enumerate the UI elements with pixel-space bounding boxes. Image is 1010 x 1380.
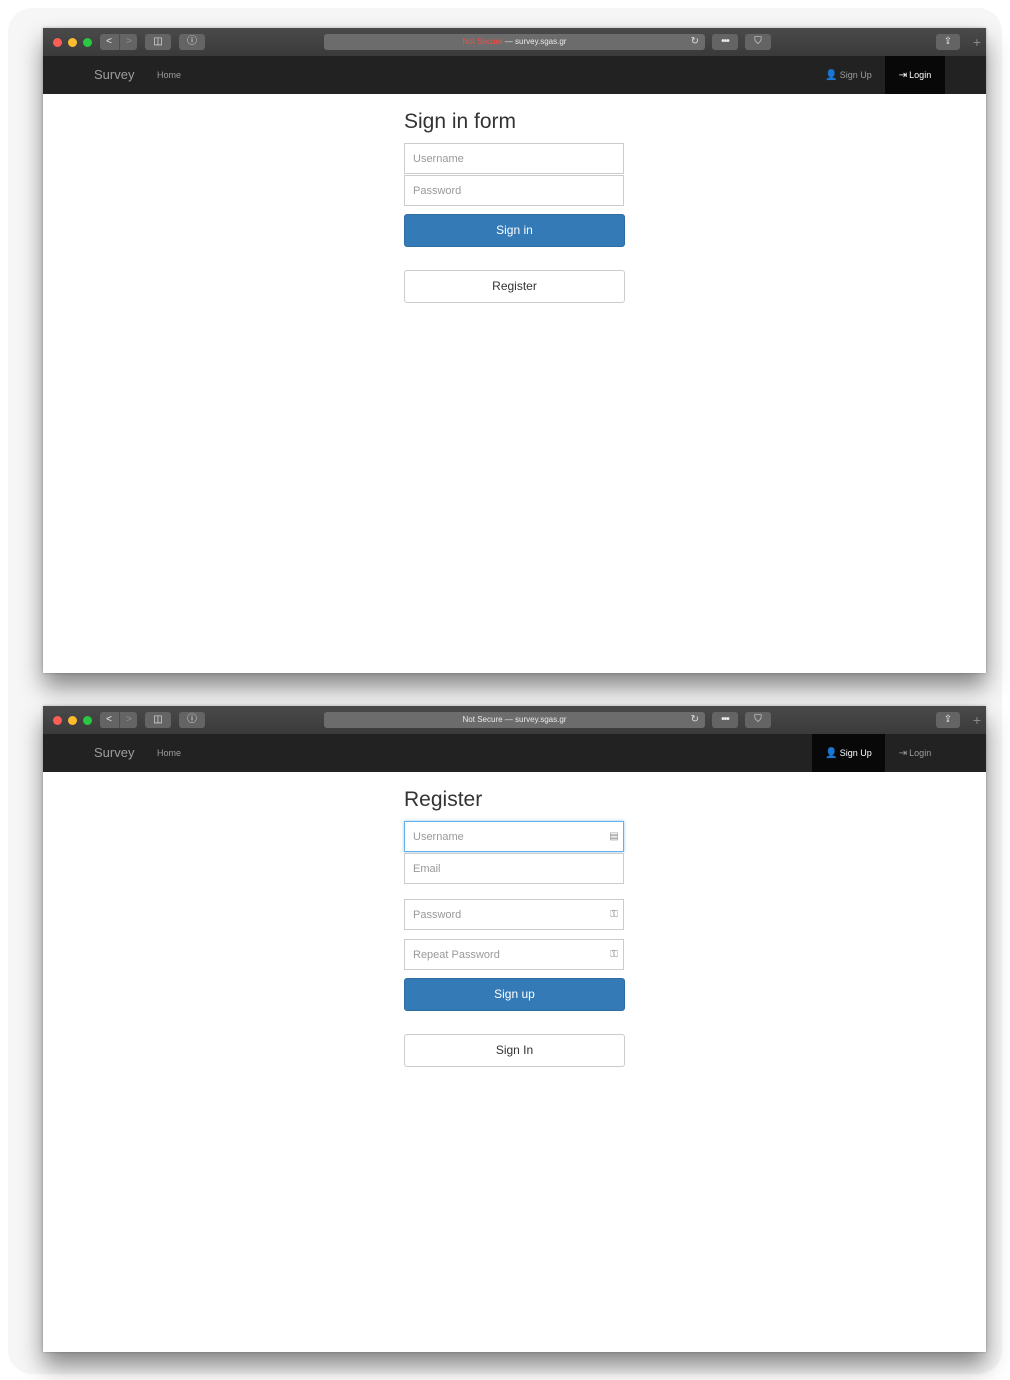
browser-titlebar: < > ◫ ⓘ Not Secure — survey.sgas.gr ↻ ••…: [43, 28, 986, 56]
browser-window-register: < > ◫ ⓘ Not Secure — survey.sgas.gr ↻ ••…: [43, 706, 986, 1352]
zoom-window-button[interactable]: [83, 38, 92, 47]
sidebar-icon[interactable]: ◫: [145, 34, 171, 50]
reload-icon[interactable]: ↻: [691, 712, 699, 728]
minimize-window-button[interactable]: [68, 38, 77, 47]
key-icon[interactable]: ⚿: [607, 908, 621, 922]
password-input[interactable]: [404, 175, 624, 206]
more-icon[interactable]: •••: [712, 712, 738, 728]
register-button[interactable]: Register: [404, 270, 625, 303]
sidebar-icon[interactable]: ◫: [145, 712, 171, 728]
nav-home-link[interactable]: Home: [157, 734, 181, 772]
site-navbar: Survey Home 👤 Sign Up ⇥ Login: [43, 734, 986, 772]
nav-signup-label: Sign Up: [839, 748, 872, 758]
share-icon[interactable]: ⇪: [936, 34, 960, 50]
contact-card-icon[interactable]: ▤: [607, 830, 621, 844]
sign-up-button[interactable]: Sign up: [404, 978, 625, 1011]
share-icon[interactable]: ⇪: [936, 712, 960, 728]
forward-icon[interactable]: >: [119, 712, 138, 728]
address-host: survey.sgas.gr: [515, 37, 567, 46]
address-host: survey.sgas.gr: [515, 715, 567, 724]
username-input[interactable]: [404, 821, 624, 852]
reload-icon[interactable]: ↻: [691, 34, 699, 50]
browser-titlebar: < > ◫ ⓘ Not Secure — survey.sgas.gr ↻ ••…: [43, 706, 986, 734]
user-icon: 👤: [825, 70, 838, 81]
nav-signup-link[interactable]: 👤 Sign Up: [812, 56, 885, 94]
username-input[interactable]: [404, 143, 624, 174]
nav-login-link[interactable]: ⇥ Login: [885, 56, 945, 94]
not-secure-label: Not Secure: [462, 37, 503, 46]
password-input[interactable]: [404, 899, 624, 930]
email-input[interactable]: [404, 853, 624, 884]
close-window-button[interactable]: [53, 716, 62, 725]
nav-home-link[interactable]: Home: [157, 56, 181, 94]
nav-signup-label: Sign Up: [839, 70, 872, 80]
navbar-brand[interactable]: Survey: [94, 56, 134, 94]
history-nav: < >: [100, 712, 137, 728]
address-separator: —: [502, 715, 516, 724]
sign-in-button[interactable]: Sign In: [404, 1034, 625, 1067]
page-title: Register: [404, 788, 483, 811]
zoom-window-button[interactable]: [83, 716, 92, 725]
extension-shield-icon[interactable]: ⛉: [745, 712, 771, 728]
not-secure-label: Not Secure: [462, 715, 503, 724]
history-nav: < >: [100, 34, 137, 50]
user-icon: 👤: [825, 748, 838, 759]
new-tab-icon[interactable]: +: [968, 34, 986, 50]
reader-icon[interactable]: ⓘ: [179, 34, 205, 50]
close-window-button[interactable]: [53, 38, 62, 47]
browser-window-signin: < > ◫ ⓘ Not Secure — survey.sgas.gr ↻ ••…: [43, 28, 986, 673]
more-icon[interactable]: •••: [712, 34, 738, 50]
login-icon: ⇥: [898, 70, 908, 81]
reader-icon[interactable]: ⓘ: [179, 712, 205, 728]
address-bar[interactable]: Not Secure — survey.sgas.gr ↻: [324, 712, 705, 728]
address-separator: —: [502, 37, 516, 46]
nav-signup-link[interactable]: 👤 Sign Up: [812, 734, 885, 772]
nav-login-label: Login: [909, 748, 932, 758]
login-icon: ⇥: [898, 748, 908, 759]
navbar-brand[interactable]: Survey: [94, 734, 134, 772]
forward-icon[interactable]: >: [119, 34, 138, 50]
new-tab-icon[interactable]: +: [968, 712, 986, 728]
nav-login-label: Login: [909, 70, 932, 80]
back-icon[interactable]: <: [100, 34, 118, 50]
repeat-password-input[interactable]: [404, 939, 624, 970]
page-title: Sign in form: [404, 110, 517, 133]
sign-in-button[interactable]: Sign in: [404, 214, 625, 247]
site-navbar: Survey Home 👤 Sign Up ⇥ Login: [43, 56, 986, 94]
extension-shield-icon[interactable]: ⛉: [745, 34, 771, 50]
back-icon[interactable]: <: [100, 712, 118, 728]
minimize-window-button[interactable]: [68, 716, 77, 725]
key-icon[interactable]: ⚿: [607, 948, 621, 962]
nav-login-link[interactable]: ⇥ Login: [885, 734, 945, 772]
address-bar[interactable]: Not Secure — survey.sgas.gr ↻: [324, 34, 705, 50]
